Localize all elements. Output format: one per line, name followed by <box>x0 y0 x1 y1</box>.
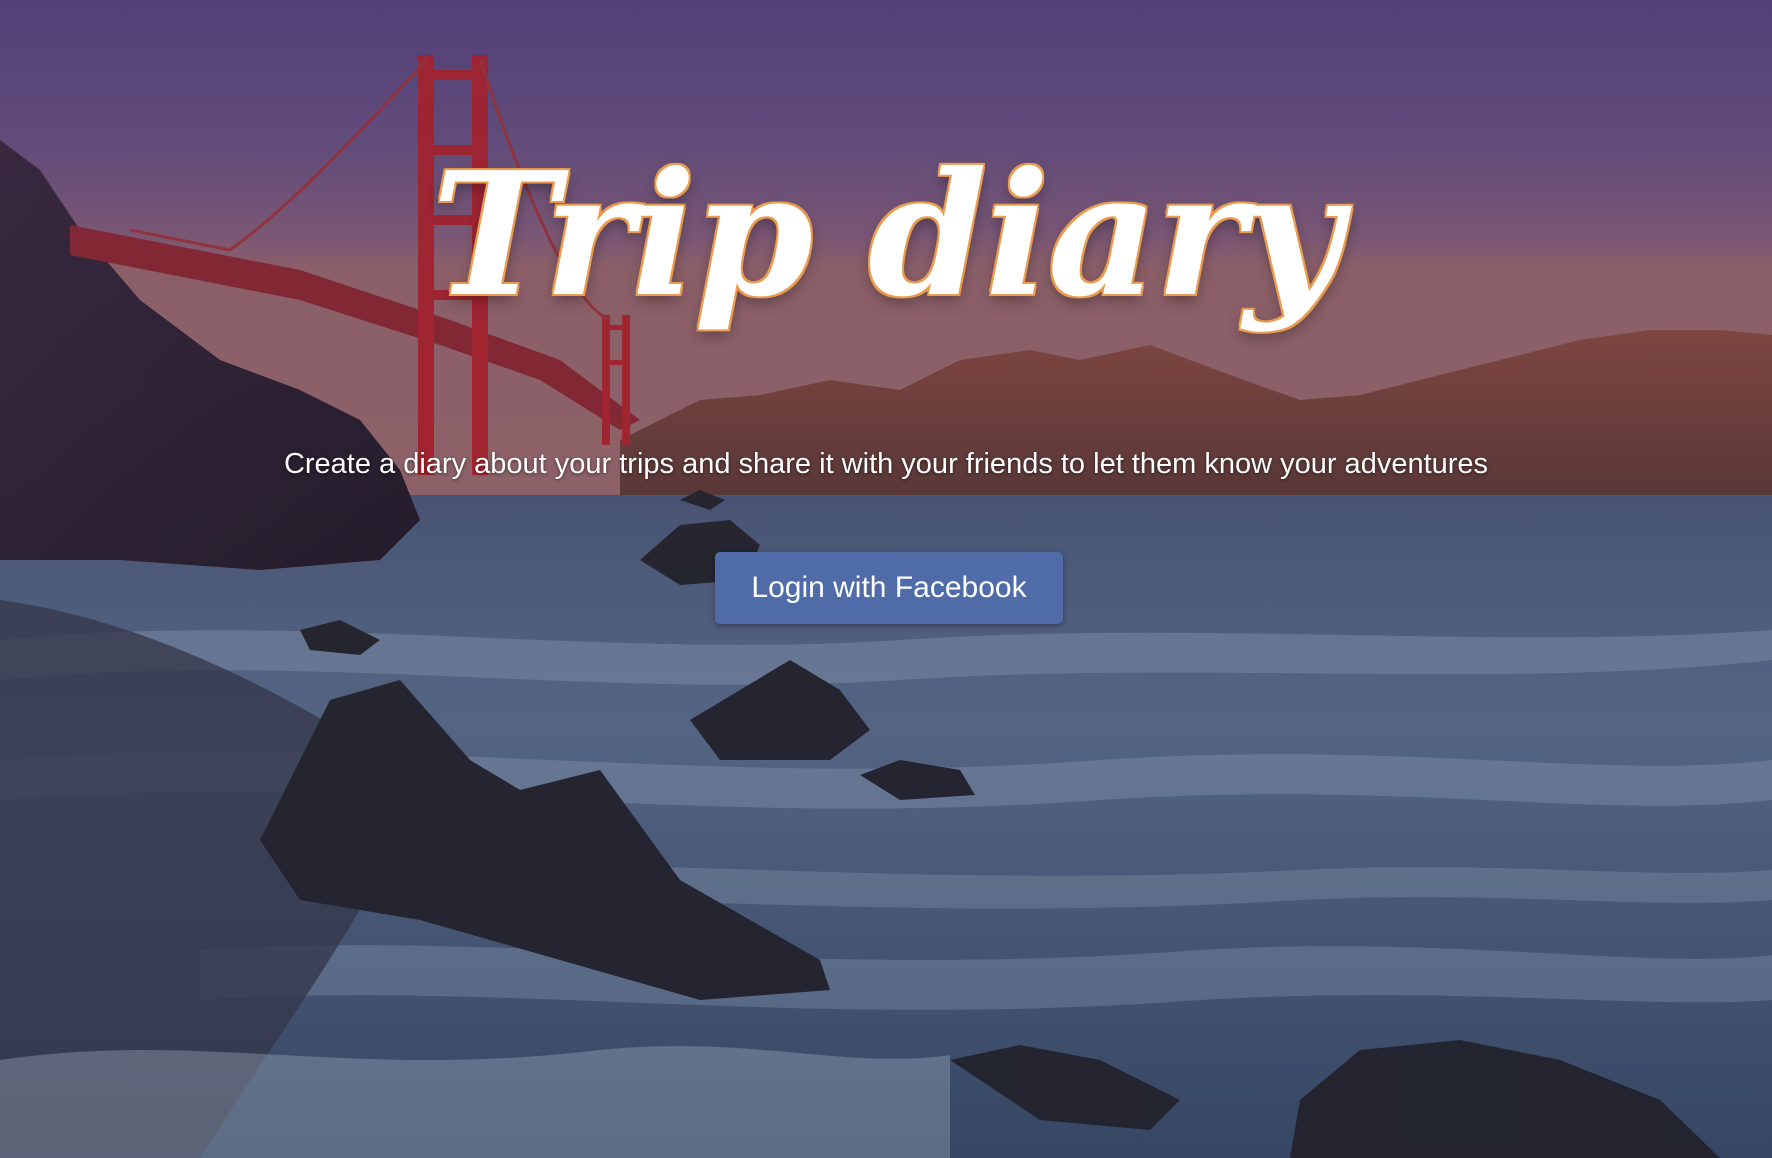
login-facebook-button[interactable]: Login with Facebook <box>715 552 1063 624</box>
page-title: Trip diary <box>431 135 1342 335</box>
tagline: Create a diary about your trips and shar… <box>283 448 1489 480</box>
hero-section: Trip diary Create a diary about your tri… <box>0 0 1772 1158</box>
